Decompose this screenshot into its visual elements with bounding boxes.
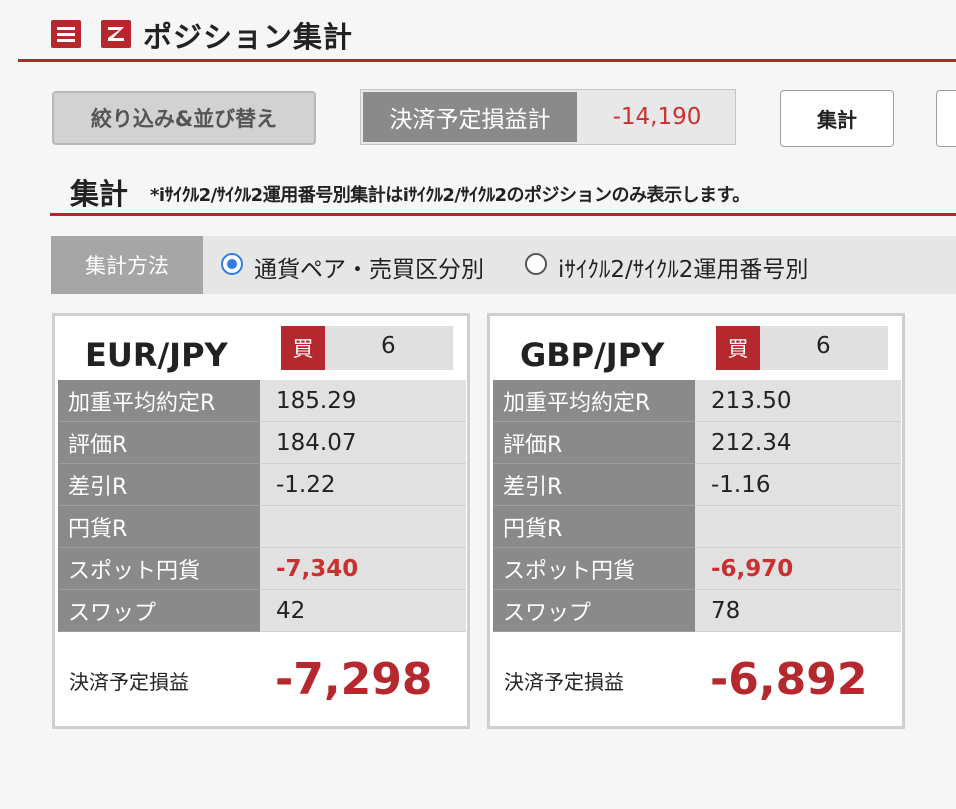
card-detail-rows: 加重平均約定R 213.50 評価R 212.34 差引R -1.16 円貨R …: [493, 380, 901, 632]
menu-icon-glyph: [57, 27, 75, 42]
row-swap: スワップ 78: [493, 590, 901, 632]
row-label: 差引R: [493, 464, 695, 506]
position-count: 6: [381, 333, 396, 359]
position-card-gbpjpy[interactable]: GBP/JPY 買 6 加重平均約定R 213.50 評価R 212.34 差引…: [487, 313, 905, 729]
filter-sort-button[interactable]: 絞り込み&並び替え: [52, 91, 316, 145]
row-avg-rate: 加重平均約定R 185.29: [58, 380, 466, 422]
row-label: 評価R: [493, 422, 695, 464]
row-swap: スワップ 42: [58, 590, 466, 632]
side-count-box: 買 6: [281, 326, 453, 370]
radio-pair-side[interactable]: [221, 253, 243, 275]
row-value: 185.29: [260, 380, 466, 422]
row-value: -7,340: [260, 548, 466, 590]
page-title: ポジション集計: [143, 20, 354, 54]
radio-cycle-number-label[interactable]: iｻｲｸﾙ2/ｻｲｸﾙ2運用番号別: [558, 250, 808, 284]
z-logo-icon[interactable]: [101, 20, 131, 48]
row-value: -6,970: [695, 548, 901, 590]
settlement-pl-label: 決済予定損益: [504, 670, 624, 694]
row-yen-rate: 円貨R: [493, 506, 901, 548]
row-label: 評価R: [58, 422, 260, 464]
settlement-pl-total: 決済予定損益計 -14,190: [360, 89, 736, 145]
row-value: 78: [695, 590, 901, 632]
row-label: 差引R: [58, 464, 260, 506]
row-value: [695, 506, 901, 548]
aggregate-button[interactable]: 集計: [780, 90, 894, 147]
row-value: -1.16: [695, 464, 901, 506]
row-spot-yen: スポット円貨 -7,340: [58, 548, 466, 590]
settlement-pl-value: -6,892: [710, 654, 868, 705]
section-title: 集計: [70, 177, 129, 211]
row-diff-rate: 差引R -1.22: [58, 464, 466, 506]
row-value: 213.50: [695, 380, 901, 422]
row-label: スワップ: [58, 590, 260, 632]
row-value: 42: [260, 590, 466, 632]
row-label: 円貨R: [58, 506, 260, 548]
aggregation-method-row: 集計方法: [51, 236, 956, 294]
menu-icon[interactable]: [51, 20, 81, 48]
row-label: スポット円貨: [58, 548, 260, 590]
z-logo-glyph: [108, 27, 124, 41]
row-label: スポット円貨: [493, 548, 695, 590]
row-value: [260, 506, 466, 548]
row-label: スワップ: [493, 590, 695, 632]
row-valuation-rate: 評価R 212.34: [493, 422, 901, 464]
row-label: 加重平均約定R: [58, 380, 260, 422]
side-count-box: 買 6: [716, 326, 888, 370]
buy-badge: 買: [281, 326, 325, 370]
aggregation-method-label: 集計方法: [51, 236, 203, 294]
position-card-eurjpy[interactable]: EUR/JPY 買 6 加重平均約定R 185.29 評価R 184.07 差引…: [52, 313, 470, 729]
settlement-pl-value: -14,190: [612, 104, 702, 130]
row-spot-yen: スポット円貨 -6,970: [493, 548, 901, 590]
settlement-pl-label: 決済予定損益: [69, 670, 189, 694]
section-note: *iｻｲｸﾙ2/ｻｲｸﾙ2運用番号別集計はiｻｲｸﾙ2/ｻｲｸﾙ2のポジションの…: [150, 185, 750, 206]
buy-badge: 買: [716, 326, 760, 370]
partial-button[interactable]: [936, 90, 956, 147]
row-label: 加重平均約定R: [493, 380, 695, 422]
row-yen-rate: 円貨R: [58, 506, 466, 548]
row-diff-rate: 差引R -1.16: [493, 464, 901, 506]
radio-pair-side-label[interactable]: 通貨ペア・売買区分別: [254, 250, 484, 284]
row-label: 円貨R: [493, 506, 695, 548]
row-value: -1.22: [260, 464, 466, 506]
currency-pair: GBP/JPY: [520, 336, 665, 374]
section-divider: [50, 213, 956, 216]
card-detail-rows: 加重平均約定R 185.29 評価R 184.07 差引R -1.22 円貨R …: [58, 380, 466, 632]
radio-cycle-number[interactable]: [525, 253, 547, 275]
settlement-pl-value: -7,298: [275, 654, 433, 705]
header-divider: [18, 59, 956, 62]
settlement-pl-label: 決済予定損益計: [363, 92, 577, 142]
row-avg-rate: 加重平均約定R 213.50: [493, 380, 901, 422]
row-value: 212.34: [695, 422, 901, 464]
position-count: 6: [816, 333, 831, 359]
row-valuation-rate: 評価R 184.07: [58, 422, 466, 464]
row-value: 184.07: [260, 422, 466, 464]
currency-pair: EUR/JPY: [85, 336, 228, 374]
